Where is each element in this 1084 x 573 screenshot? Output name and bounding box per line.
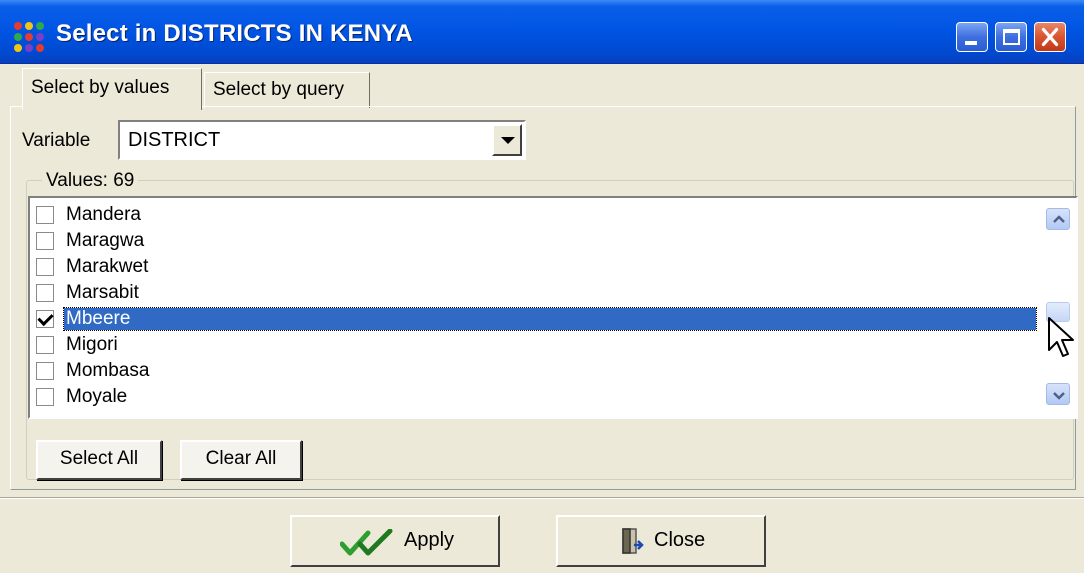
close-button[interactable]: Close — [556, 515, 766, 567]
values-list[interactable]: Mandera Maragwa Marakwet Marsabit Mbeere… — [28, 196, 1078, 419]
clear-all-label: Clear All — [205, 448, 277, 469]
item-checkbox-checked[interactable] — [36, 310, 54, 328]
mouse-pointer-icon — [1048, 317, 1074, 357]
close-label: Close — [654, 529, 706, 551]
list-item[interactable]: Marsabit — [30, 280, 1040, 306]
list-item[interactable]: Mombasa — [30, 358, 1040, 384]
values-count-legend: Values: 69 — [42, 170, 139, 192]
variable-select[interactable]: DISTRICT — [118, 120, 526, 160]
app-icon — [14, 22, 44, 52]
list-item[interactable]: Moyale — [30, 384, 1040, 410]
minimize-button[interactable] — [956, 22, 988, 52]
maximize-icon — [1003, 29, 1020, 45]
item-label: Marsabit — [66, 282, 139, 303]
item-checkbox[interactable] — [36, 284, 54, 302]
clear-all-button[interactable]: Clear All — [180, 440, 302, 480]
item-label: Migori — [66, 334, 118, 355]
separator — [0, 497, 1084, 499]
list-item[interactable]: Migori — [30, 332, 1040, 358]
select-dialog: Select in DISTRICTS IN KENYA Select by v… — [0, 0, 1084, 573]
close-icon — [1041, 27, 1059, 47]
chevron-down-icon — [1053, 392, 1065, 400]
list-item[interactable]: Maragwa — [30, 228, 1040, 254]
minimize-icon — [965, 41, 977, 45]
variable-label: Variable — [22, 130, 91, 151]
list-item[interactable]: Mandera — [30, 202, 1040, 228]
item-label: Marakwet — [66, 256, 149, 277]
apply-button[interactable]: Apply — [290, 515, 500, 567]
exit-door-icon — [622, 528, 644, 554]
item-checkbox[interactable] — [36, 206, 54, 224]
maximize-button[interactable] — [995, 22, 1027, 52]
item-checkbox[interactable] — [36, 232, 54, 250]
close-window-button[interactable] — [1034, 22, 1066, 52]
scroll-up-button[interactable] — [1046, 208, 1070, 230]
double-check-icon — [340, 529, 393, 556]
vertical-scrollbar[interactable] — [1038, 198, 1076, 417]
window-title: Select in DISTRICTS IN KENYA — [56, 20, 413, 47]
item-label: Moyale — [66, 386, 128, 407]
chevron-up-icon — [1053, 215, 1065, 223]
item-checkbox[interactable] — [36, 388, 54, 406]
scroll-down-button[interactable] — [1046, 383, 1070, 405]
list-item-selected[interactable]: Mbeere — [30, 306, 1040, 332]
item-checkbox[interactable] — [36, 336, 54, 354]
item-label: Mandera — [66, 204, 141, 225]
tab-label: Select by values — [31, 77, 170, 98]
item-label: Maragwa — [66, 230, 145, 251]
variable-select-value: DISTRICT — [128, 129, 221, 151]
title-bar[interactable]: Select in DISTRICTS IN KENYA — [0, 0, 1084, 64]
select-all-button[interactable]: Select All — [36, 440, 162, 480]
tab-label: Select by query — [213, 79, 344, 100]
tab-select-by-query[interactable]: Select by query — [204, 72, 370, 108]
select-all-label: Select All — [59, 448, 139, 469]
tab-select-by-values[interactable]: Select by values — [22, 68, 202, 110]
list-item[interactable]: Marakwet — [30, 254, 1040, 280]
apply-label: Apply — [404, 529, 455, 551]
item-label: Mbeere — [63, 307, 1037, 331]
item-label: Mombasa — [66, 360, 150, 381]
item-checkbox[interactable] — [36, 362, 54, 380]
dropdown-arrow-icon[interactable] — [492, 124, 522, 156]
item-checkbox[interactable] — [36, 258, 54, 276]
